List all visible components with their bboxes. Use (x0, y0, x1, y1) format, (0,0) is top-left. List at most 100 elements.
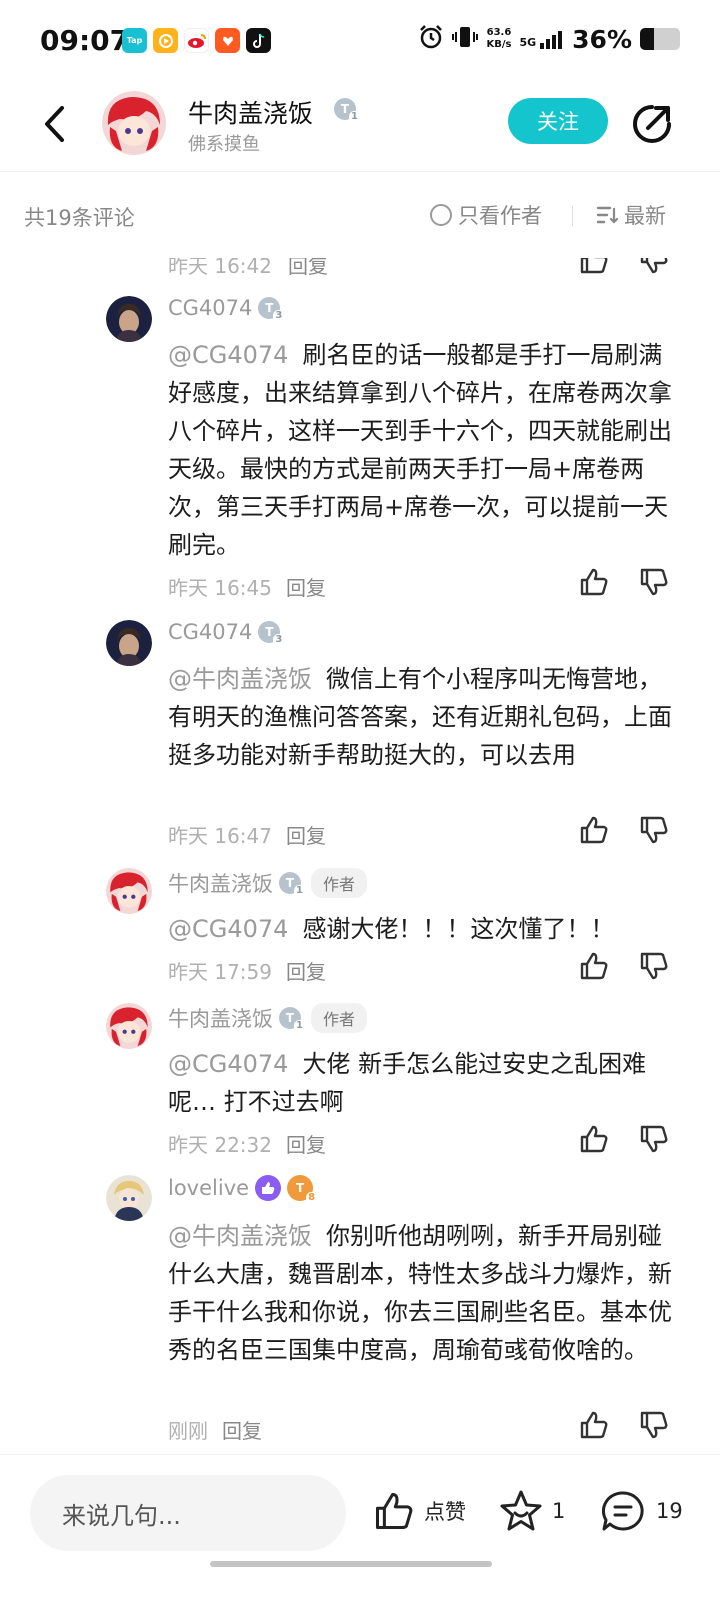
comment-text: @牛肉盖浇饭 你别听他胡咧咧，新手开局别碰什么大唐，魏晋剧本，特性太多战斗力爆炸，… (168, 1217, 678, 1369)
bottom-action-bar: 来说几句... 点赞 1 19 (0, 1454, 720, 1608)
reply-button[interactable]: 回复 (222, 1419, 262, 1443)
commenter-name-row: CG4074 T3 (168, 620, 285, 646)
author-name[interactable]: 牛肉盖浇饭 (188, 94, 313, 130)
commenter-avatar[interactable] (106, 620, 152, 666)
mention-link[interactable]: @牛肉盖浇饭 (168, 665, 312, 693)
video-app-icon (153, 28, 178, 53)
commenter-name-row: 牛肉盖浇饭 T1 作者 (168, 868, 368, 898)
author-avatar[interactable] (102, 91, 166, 155)
comment-time: 昨天 22:32 (168, 1133, 272, 1157)
comment-actions (578, 1123, 670, 1155)
taptap-icon: Tap (122, 28, 147, 53)
partial-comment-meta: 昨天 16:42 回复 (168, 258, 328, 279)
commenter-name[interactable]: 牛肉盖浇饭 (168, 868, 273, 898)
level-badge-icon: T8 (287, 1175, 318, 1204)
signal-indicator: 5G (519, 29, 564, 49)
partial-comment-actions (578, 258, 670, 276)
comment-bubble-icon (601, 1491, 644, 1531)
mention-link[interactable]: @CG4074 (168, 915, 288, 943)
signal-bars-icon (540, 31, 563, 49)
commenter-name[interactable]: lovelive (168, 1176, 249, 1200)
comment-actions (578, 566, 670, 598)
thumbs-down-icon[interactable] (638, 258, 670, 276)
commenter-avatar[interactable] (106, 1175, 152, 1221)
thumbs-up-icon[interactable] (578, 1409, 610, 1441)
comment-actions (578, 1409, 670, 1441)
comment-text: @CG4074 大佬 新手怎么能过安史之乱困难呢… 打不过去啊 (168, 1045, 678, 1121)
comments-list[interactable]: 昨天 16:42 回复 CG4074 T3 @CG4074 刷名臣的话一般都是手打一… (0, 258, 720, 1454)
commenter-name[interactable]: CG4074 (168, 296, 252, 320)
commenter-avatar[interactable] (106, 868, 152, 914)
status-time: 09:07 (40, 24, 130, 57)
comment-meta: 刚刚 回复 (168, 1415, 262, 1444)
reply-button[interactable]: 回复 (286, 824, 326, 848)
comment-count: 19 (656, 1499, 683, 1523)
thumbs-down-icon[interactable] (638, 1409, 670, 1441)
taobao-icon (215, 28, 240, 53)
thumbs-down-icon[interactable] (638, 814, 670, 846)
mention-link[interactable]: @牛肉盖浇饭 (168, 1222, 312, 1250)
mention-link[interactable]: @CG4074 (168, 341, 288, 369)
post-header: 牛肉盖浇饭 T1 佛系摸鱼 关注 (0, 82, 720, 172)
favorite-button[interactable]: 1 (498, 1489, 565, 1533)
level-badge-icon: T1 (334, 98, 360, 123)
sort-label: 最新 (624, 204, 666, 228)
home-indicator[interactable] (210, 1561, 492, 1567)
thumbs-up-icon[interactable] (578, 566, 610, 598)
comment-meta: 昨天 22:32 回复 (168, 1129, 326, 1158)
commenter-name-row: 牛肉盖浇饭 T1 作者 (168, 1003, 368, 1033)
level-badge-icon: T1 (279, 872, 305, 897)
thumbs-up-icon[interactable] (578, 1123, 610, 1155)
comment-meta: 昨天 17:59 回复 (168, 956, 326, 985)
like-button[interactable]: 点赞 (372, 1489, 466, 1533)
thumbs-up-icon[interactable] (578, 258, 610, 276)
status-right: 63.6 KB/s 5G 36% (418, 24, 680, 54)
mention-link[interactable]: @CG4074 (168, 1050, 288, 1078)
level-badge-icon: T3 (258, 297, 285, 322)
commenter-name[interactable]: 牛肉盖浇饭 (168, 1003, 273, 1033)
thumbs-down-icon[interactable] (638, 566, 670, 598)
comment-text: @牛肉盖浇饭 微信上有个小程序叫无悔营地，有明天的渔樵问答答案，还有近期礼包码，上… (168, 660, 678, 774)
thumbs-down-icon[interactable] (638, 1123, 670, 1155)
comments-button[interactable]: 19 (600, 1489, 683, 1533)
sort-button[interactable]: 最新 (596, 200, 666, 230)
radio-icon (430, 204, 452, 226)
comment-time: 昨天 16:47 (168, 824, 272, 848)
commenter-name[interactable]: CG4074 (168, 620, 252, 644)
thumbs-down-icon[interactable] (638, 950, 670, 982)
divider (572, 206, 573, 226)
commenter-name-row: CG4074 T3 (168, 296, 285, 322)
back-button[interactable] (34, 100, 74, 148)
only-author-toggle[interactable]: 只看作者 (430, 200, 542, 230)
comments-toolbar: 共19条评论 只看作者 最新 (0, 172, 720, 258)
share-button[interactable] (630, 102, 674, 146)
follow-button[interactable]: 关注 (508, 98, 608, 144)
comments-count: 共19条评论 (24, 206, 135, 230)
reply-button[interactable]: 回复 (286, 1133, 326, 1157)
thumbs-up-icon[interactable] (578, 814, 610, 846)
network-speed: 63.6 KB/s (486, 27, 512, 50)
status-bar: 09:07 Tap 63.6 KB/s 5G 36% (0, 0, 720, 82)
comment-text: @CG4074 刷名臣的话一般都是手打一局刷满好感度，出来结算拿到八个碎片，在席卷… (168, 336, 678, 564)
like-label: 点赞 (424, 1500, 466, 1524)
comment-input[interactable]: 来说几句... (30, 1475, 346, 1551)
weibo-icon (184, 28, 209, 53)
reply-button[interactable]: 回复 (288, 258, 328, 278)
tiktok-icon (246, 28, 271, 53)
comment-body: 刷名臣的话一般都是手打一局刷满好感度，出来结算拿到八个碎片，在席卷两次拿八个碎片… (168, 341, 672, 559)
commenter-avatar[interactable] (106, 296, 152, 342)
commenter-avatar[interactable] (106, 1003, 152, 1049)
star-icon (500, 1490, 542, 1531)
comment-body: 感谢大佬！！！这次懂了！！ (302, 915, 615, 943)
thumbs-up-icon[interactable] (578, 950, 610, 982)
battery-percent: 36% (572, 24, 632, 54)
reply-button[interactable]: 回复 (286, 576, 326, 600)
comment-text: @CG4074 感谢大佬！！！这次懂了！！ (168, 910, 678, 948)
thumbs-up-icon (375, 1492, 413, 1530)
comment-time: 昨天 16:45 (168, 576, 272, 600)
reply-button[interactable]: 回复 (286, 960, 326, 984)
author-tag: 作者 (311, 868, 368, 898)
comment-time: 昨天 17:59 (168, 960, 272, 984)
battery-icon (640, 28, 680, 50)
author-tag: 作者 (311, 1003, 368, 1033)
